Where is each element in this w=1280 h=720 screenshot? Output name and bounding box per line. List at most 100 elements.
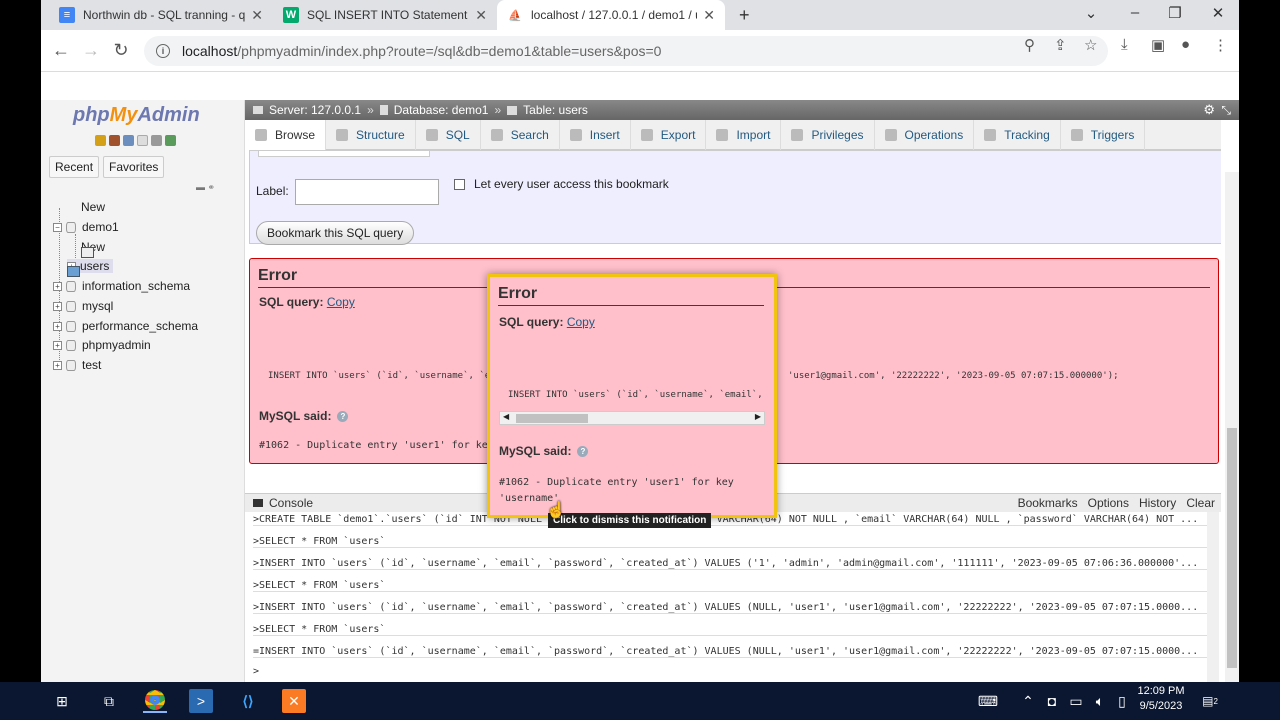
keyboard-icon[interactable]: ⌨ xyxy=(976,689,1000,713)
tab-insert[interactable]: Insert xyxy=(560,120,631,150)
tab-browse[interactable]: Browse xyxy=(245,120,327,150)
help-icon[interactable] xyxy=(123,135,134,146)
console-input[interactable]: > xyxy=(253,666,1209,677)
console-clear-link[interactable]: Clear xyxy=(1186,496,1215,510)
recent-tab[interactable]: Recent xyxy=(49,156,100,178)
menu-icon[interactable]: ⋮ xyxy=(1213,36,1228,54)
tree-new[interactable]: New xyxy=(65,200,105,214)
task-view-icon[interactable]: ⧉ xyxy=(97,689,121,713)
console-line[interactable]: >SELECT * FROM `users` xyxy=(253,580,1209,592)
breadcrumb-database[interactable]: Database: demo1 xyxy=(394,103,489,117)
breadcrumb-server[interactable]: Server: 127.0.0.1 xyxy=(269,103,361,117)
download-icon[interactable]: ⤓ xyxy=(1121,36,1128,53)
collapse-all-icon[interactable]: ▬ ⚭ xyxy=(196,182,215,193)
volume-icon[interactable]: 🔈︎ xyxy=(1088,689,1112,713)
tab-privileges[interactable]: Privileges xyxy=(781,120,875,150)
profile-icon[interactable]: ● xyxy=(1181,36,1190,53)
tree-db-mysql[interactable]: + mysql xyxy=(53,299,113,313)
tab-northwind-docs[interactable]: ≡ Northwin db - SQL tranning - qu ✕ xyxy=(49,0,273,30)
tree-db-performance-schema[interactable]: + performance_schema xyxy=(53,319,198,333)
phpmyadmin-logo[interactable]: phpMyAdmin xyxy=(73,104,200,127)
console-line[interactable]: >INSERT INTO `users` (`id`, `username`, … xyxy=(253,558,1209,570)
docs-icon[interactable] xyxy=(137,135,148,146)
breadcrumb-table[interactable]: Table: users xyxy=(523,103,588,117)
error-notification[interactable]: Error SQL query: Copy INSERT INTO `users… xyxy=(487,274,777,518)
restore-icon[interactable]: ❐ xyxy=(1165,4,1185,22)
tab-w3schools[interactable]: W SQL INSERT INTO Statement ✕ xyxy=(273,0,497,30)
tree-db-information-schema[interactable]: + information_schema xyxy=(53,279,190,293)
notification-icon[interactable]: ▤ 2 xyxy=(1198,689,1222,713)
scrollbar-thumb[interactable] xyxy=(1227,428,1237,668)
sidepanel-icon[interactable]: ▣ xyxy=(1151,36,1165,54)
help-icon[interactable]: ? xyxy=(577,446,589,458)
settings-icon[interactable] xyxy=(151,135,162,146)
console-line[interactable]: >SELECT * FROM `users` xyxy=(253,536,1209,548)
expand-icon[interactable]: + xyxy=(53,281,62,291)
tab-phpmyadmin[interactable]: ⛵ localhost / 127.0.0.1 / demo1 / u ✕ xyxy=(497,0,725,30)
reload-nav-icon[interactable] xyxy=(165,135,176,146)
vscode-icon[interactable]: ⟨⟩ xyxy=(236,689,260,713)
console-line[interactable]: =INSERT INTO `users` (`id`, `username`, … xyxy=(253,646,1209,658)
help-icon[interactable]: ? xyxy=(337,411,349,423)
xampp-icon[interactable]: ✕ xyxy=(282,689,306,713)
tab-sql[interactable]: SQL xyxy=(416,120,481,150)
console-history-link[interactable]: History xyxy=(1139,496,1176,510)
scroll-right-icon[interactable]: ▶ xyxy=(755,412,761,421)
popup-copy-link[interactable]: Copy xyxy=(567,315,595,329)
console-scrollbar[interactable] xyxy=(1207,512,1219,682)
favorites-tab[interactable]: Favorites xyxy=(103,156,165,178)
powershell-icon[interactable]: > xyxy=(189,689,213,713)
site-info-icon[interactable]: i xyxy=(156,44,170,58)
tab-import[interactable]: Import xyxy=(706,120,782,150)
reload-icon[interactable]: ↻ xyxy=(110,40,132,61)
new-tab-button[interactable]: + xyxy=(729,0,759,30)
gear-icon[interactable]: ⚙ xyxy=(1203,102,1215,118)
page-scrollbar[interactable] xyxy=(1225,172,1239,682)
share-icon[interactable]: ⇪ xyxy=(1054,36,1067,54)
forward-icon[interactable]: → xyxy=(80,40,102,61)
scrollbar-thumb[interactable] xyxy=(516,414,588,423)
home-icon[interactable] xyxy=(95,135,106,146)
scroll-left-icon[interactable]: ◀ xyxy=(503,412,509,421)
tree-table-users[interactable]: +users xyxy=(67,259,114,277)
close-icon[interactable]: ✕ xyxy=(475,7,487,24)
minimize-icon[interactable]: – xyxy=(1125,4,1145,21)
meet-icon[interactable]: ◘ xyxy=(1040,689,1064,713)
tab-export[interactable]: Export xyxy=(631,120,707,150)
close-icon[interactable]: ✕ xyxy=(703,7,715,24)
expand-icon[interactable]: + xyxy=(53,301,62,311)
collapse-icon[interactable]: ⤡ xyxy=(1221,103,1231,118)
console-options-link[interactable]: Options xyxy=(1088,496,1129,510)
popup-horizontal-scrollbar[interactable]: ◀ ▶ xyxy=(499,411,765,425)
chrome-icon[interactable] xyxy=(143,689,167,713)
address-bar[interactable]: i localhost/phpmyadmin/index.php?route=/… xyxy=(144,36,1108,66)
back-icon[interactable]: ← xyxy=(50,40,72,61)
expand-icon[interactable]: + xyxy=(53,321,62,331)
tree-db-demo1[interactable]: − demo1 xyxy=(53,220,119,234)
tree-db-new[interactable]: New xyxy=(81,240,105,258)
zoom-search-icon[interactable]: ⚲ xyxy=(1024,36,1035,54)
system-clock[interactable]: 12:09 PM 9/5/2023 xyxy=(1130,684,1192,714)
tree-db-test[interactable]: + test xyxy=(53,358,101,372)
expand-icon[interactable]: + xyxy=(53,360,62,370)
bookmark-star-icon[interactable]: ☆ xyxy=(1084,36,1097,54)
window-close-icon[interactable]: ✕ xyxy=(1208,4,1228,22)
logout-icon[interactable] xyxy=(109,135,120,146)
network-icon[interactable]: ▭ xyxy=(1064,689,1088,713)
tab-tracking[interactable]: Tracking xyxy=(974,120,1061,150)
tab-search[interactable]: Search xyxy=(481,120,560,150)
collapse-icon[interactable]: − xyxy=(53,222,62,232)
copy-link[interactable]: Copy xyxy=(327,295,355,309)
tree-db-phpmyadmin[interactable]: + phpmyadmin xyxy=(53,338,151,352)
show-hidden-icons[interactable]: ⌃ xyxy=(1016,689,1040,713)
tab-structure[interactable]: Structure xyxy=(326,120,416,150)
bookmark-query-button[interactable]: Bookmark this SQL query xyxy=(256,221,415,245)
bookmark-share-checkbox[interactable] xyxy=(454,179,465,190)
console-bookmarks-link[interactable]: Bookmarks xyxy=(1018,496,1078,510)
expand-icon[interactable]: + xyxy=(53,340,62,350)
console-line[interactable]: >INSERT INTO `users` (`id`, `username`, … xyxy=(253,602,1209,614)
windows-start-icon[interactable]: ⊞ xyxy=(50,689,74,713)
tab-operations[interactable]: Operations xyxy=(875,120,975,150)
console-line[interactable]: >SELECT * FROM `users` xyxy=(253,624,1209,636)
close-icon[interactable]: ✕ xyxy=(251,7,263,24)
